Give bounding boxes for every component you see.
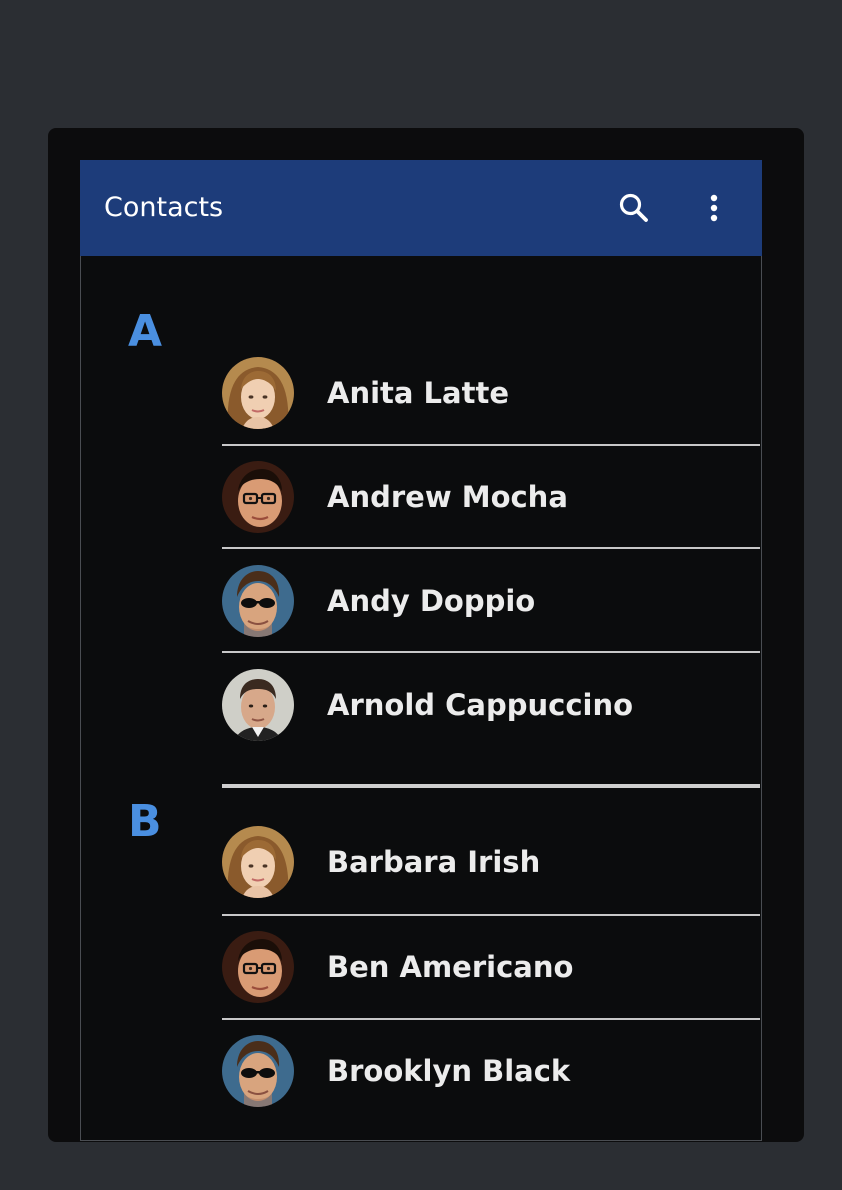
list-divider	[222, 651, 760, 653]
avatar	[222, 357, 294, 429]
list-divider	[222, 914, 760, 916]
contact-name: Barbara Irish	[327, 845, 541, 879]
avatar	[222, 565, 294, 637]
avatar	[222, 931, 294, 1003]
section-header-a: A	[128, 306, 163, 357]
avatar	[222, 826, 294, 898]
contact-item[interactable]: Brooklyn Black	[222, 1035, 760, 1138]
search-icon[interactable]	[614, 188, 654, 228]
page-title: Contacts	[104, 192, 224, 223]
contact-name: Arnold Cappuccino	[327, 688, 634, 722]
app-bar: Contacts	[80, 160, 762, 256]
avatar	[222, 1035, 294, 1107]
avatar	[222, 669, 294, 741]
section-divider	[222, 784, 760, 788]
more-vertical-icon[interactable]	[694, 188, 734, 228]
contact-name: Andrew Mocha	[327, 480, 568, 514]
contact-name: Andy Doppio	[327, 584, 536, 618]
list-divider	[222, 444, 760, 446]
avatar	[222, 461, 294, 533]
contact-name: Anita Latte	[327, 376, 510, 410]
list-divider	[222, 1018, 760, 1020]
section-header-b: B	[128, 796, 162, 847]
contact-name: Ben Americano	[327, 950, 574, 984]
list-divider	[222, 547, 760, 549]
contact-name: Brooklyn Black	[327, 1054, 571, 1088]
contact-item[interactable]: Arnold Cappuccino	[222, 669, 760, 772]
